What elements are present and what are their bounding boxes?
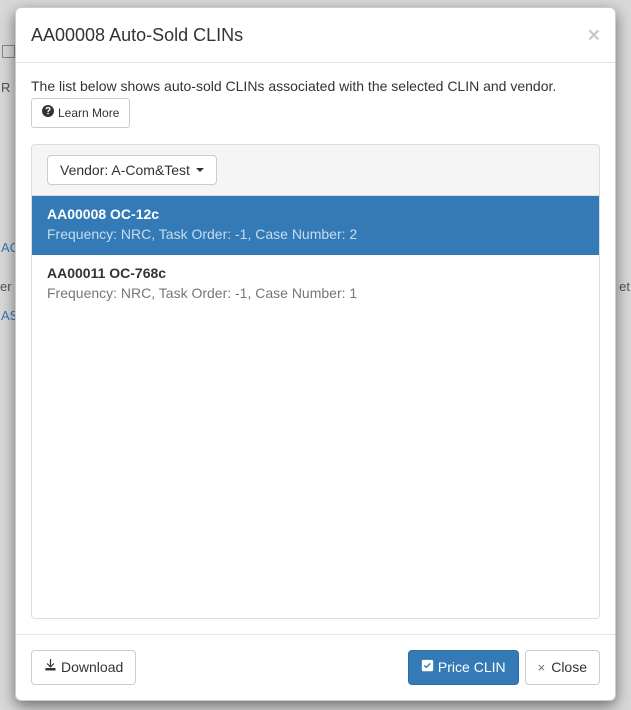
download-label: Download (61, 657, 123, 678)
list-item[interactable]: AA00008 OC-12c Frequency: NRC, Task Order… (32, 196, 599, 255)
modal-title: AA00008 Auto-Sold CLINs (31, 23, 243, 48)
panel-heading: Vendor: A-Com&Test (32, 145, 599, 196)
close-icon[interactable]: × (588, 25, 600, 46)
modal-body: The list below shows auto-sold CLINs ass… (16, 63, 615, 634)
list-item[interactable]: AA00011 OC-768c Frequency: NRC, Task Orde… (32, 255, 599, 313)
description-text: The list below shows auto-sold CLINs ass… (31, 78, 600, 94)
close-label: Close (551, 657, 587, 678)
list-item-subtitle: Frequency: NRC, Task Order: -1, Case Num… (47, 285, 584, 301)
list-item-subtitle: Frequency: NRC, Task Order: -1, Case Num… (47, 226, 584, 242)
autosold-clins-modal: AA00008 Auto-Sold CLINs × The list below… (15, 7, 616, 701)
caret-down-icon (196, 168, 204, 172)
close-button[interactable]: × Close (525, 650, 600, 685)
times-icon: × (538, 661, 546, 674)
learn-more-label: Learn More (58, 104, 119, 122)
vendor-dropdown-label: Vendor: A-Com&Test (60, 162, 190, 178)
vendor-dropdown[interactable]: Vendor: A-Com&Test (47, 155, 217, 185)
download-button[interactable]: Download (31, 650, 136, 685)
learn-more-button[interactable]: Learn More (31, 98, 130, 128)
clin-panel: Vendor: A-Com&Test AA00008 OC-12c Frequen… (31, 144, 600, 619)
question-circle-icon (42, 104, 54, 122)
download-icon (44, 657, 57, 678)
modal-footer: Download Price CLIN × Close (16, 634, 615, 700)
list-item-title: AA00008 OC-12c (47, 206, 584, 222)
list-item-title: AA00011 OC-768c (47, 265, 584, 281)
price-clin-button[interactable]: Price CLIN (408, 650, 519, 685)
clin-list: AA00008 OC-12c Frequency: NRC, Task Order… (32, 196, 599, 618)
price-clin-label: Price CLIN (438, 657, 506, 678)
modal-header: AA00008 Auto-Sold CLINs × (16, 8, 615, 63)
grid-icon (2, 45, 15, 58)
check-square-icon (421, 657, 434, 678)
